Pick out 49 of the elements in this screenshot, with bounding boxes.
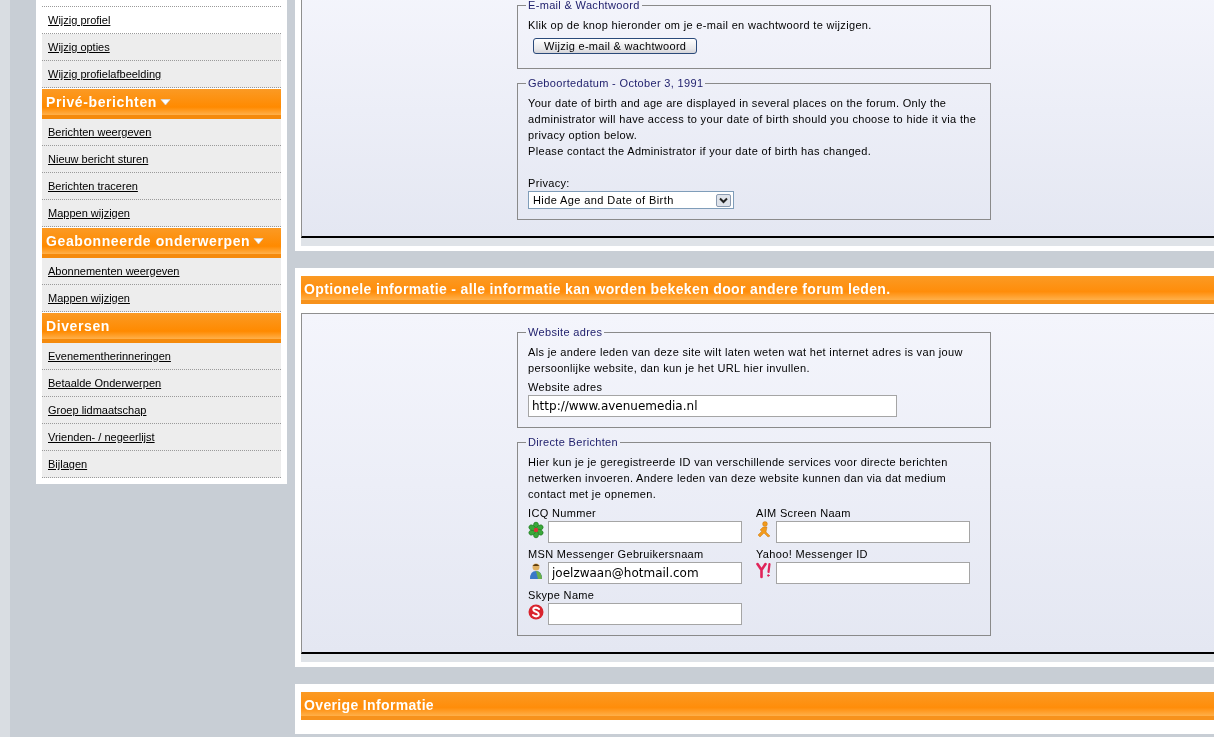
sidebar-link[interactable]: Berichten weergeven (42, 119, 281, 146)
running-figure-icon (756, 521, 772, 539)
flower-icon (528, 521, 544, 539)
description-text: Als je andere leden van deze site wilt laten weten wat het internet adres is van jouw persoonlijke website, dan kun je het URL hier invullen. (528, 345, 964, 376)
field-label: AIM Screen Naam (756, 507, 851, 519)
group-legend: Geboortedatum - October 3, 1991 (526, 77, 706, 89)
sidebar-link[interactable]: Betaalde Onderwerpen (42, 370, 281, 397)
description-text: Klik op de knop hieronder om je e-mail en wachtwoord te wijzigen. (528, 18, 873, 33)
website-input[interactable]: http://www.avenuemedia.nl (528, 395, 897, 417)
messenger-input[interactable] (548, 603, 742, 625)
description-text: Hier kun je je geregistreerde ID van verschillende services voor directe berichten netwerken invoeren. Andere leden van deze website kunnen dan via dat medium contact met je opnemen. (528, 455, 949, 502)
field-label: Skype Name (528, 589, 595, 601)
section-header: Optionele informatie - alle informatie kan worden bekeken door andere forum leden. (301, 276, 1214, 304)
sidebar-link[interactable]: Evenementherinneringen (42, 343, 281, 370)
sidebar-link[interactable]: Wijzig profielafbeelding (42, 61, 281, 88)
privacy-dropdown[interactable]: Hide Age and Date of Birth (528, 191, 734, 209)
caret-icon[interactable] (253, 237, 265, 245)
messenger-input[interactable] (776, 521, 970, 543)
heading-text: Privé-berichten (46, 92, 157, 112)
sidebar-link[interactable]: Mappen wijzigen (42, 200, 281, 227)
sidebar-link[interactable]: Wijzig opties (42, 34, 281, 61)
field-label: Website adres (528, 381, 603, 393)
messenger-input[interactable] (548, 521, 742, 543)
sidebar-link[interactable]: Abonnementen weergeven (42, 258, 281, 285)
skype-icon (528, 603, 544, 621)
description-text: Your date of birth and age are displayed in several places on the forum. Only the administrator will have access to your date of birth should you choose to hide it via the privacy option below. (528, 96, 978, 143)
sidebar-link[interactable]: Nieuw bericht sturen (42, 146, 281, 173)
group-legend: Website adres (526, 326, 605, 338)
field-label: ICQ Nummer (528, 507, 597, 519)
sidebar-link[interactable]: Vrienden- / negeerlijst (42, 424, 281, 451)
messenger-input[interactable] (776, 562, 970, 584)
group-legend: E-mail & Wachtwoord (526, 0, 642, 11)
yahoo-icon (756, 562, 772, 580)
section-header: Overige Informatie (301, 692, 1214, 720)
field-label: MSN Messenger Gebruikersnaam (528, 548, 704, 560)
heading-text: Diversen (46, 316, 110, 336)
sidebar-link[interactable]: Groep lidmaatschap (42, 397, 281, 424)
description-text: Please contact the Administrator if your date of birth has changed. (528, 144, 873, 159)
change-email-password-button[interactable]: Wijzig e-mail & wachtwoord (533, 38, 698, 54)
field-label: Yahoo! Messenger ID (756, 548, 868, 560)
person-icon (528, 562, 544, 580)
sidebar-link[interactable]: Berichten traceren (42, 173, 281, 200)
messenger-input[interactable]: joelzwaan@hotmail.com (548, 562, 742, 584)
sidebar-link[interactable]: Bijlagen (42, 451, 281, 478)
field-label: Privacy: (528, 177, 570, 189)
heading-text: Geabonneerde onderwerpen (46, 231, 251, 251)
group-legend: Directe Berichten (526, 436, 620, 448)
sidebar-link[interactable]: Mappen wijzigen (42, 285, 281, 312)
caret-icon[interactable] (159, 98, 171, 106)
